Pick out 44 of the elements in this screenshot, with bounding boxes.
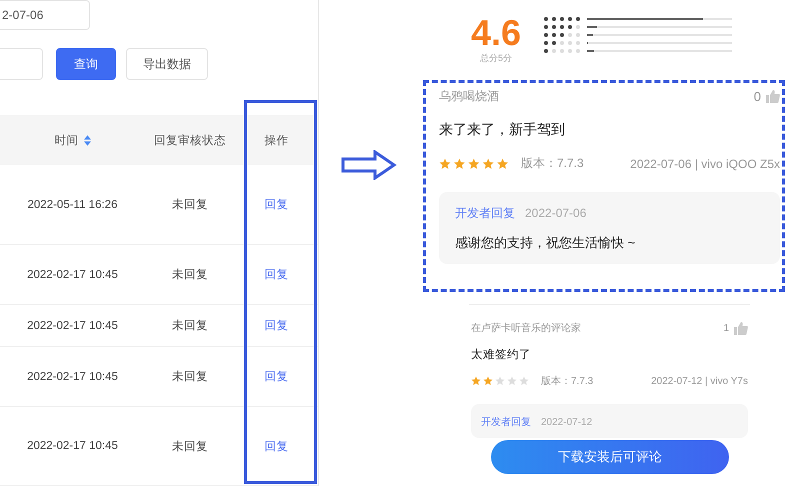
table-cell: 2022-02-17 10:45 [27, 268, 118, 280]
table-cell-text: 未回复 [172, 318, 208, 333]
review-text: 来了来了，新手驾到 [439, 121, 566, 139]
reply-link[interactable]: 回复 [264, 197, 288, 212]
column-header: 回复审核状态 [154, 133, 226, 148]
reply-link[interactable]: 回复 [264, 318, 288, 333]
reply-text: 感谢您的支持，祝您生活愉快 ~ [455, 234, 636, 252]
reply-label: 开发者回复 [455, 206, 515, 220]
like-count: 1 [723, 322, 729, 334]
reply-label: 开发者回复 [481, 417, 531, 428]
table-cell-text: 未回复 [172, 370, 208, 384]
table-cell-text: 未回复 [172, 198, 208, 212]
input-field[interactable] [0, 48, 43, 80]
column-header: 操作 [264, 134, 288, 148]
reply-link[interactable]: 回复 [264, 369, 288, 384]
table-cell: 2022-02-17 10:45 [27, 370, 118, 382]
query-button[interactable]: 查询 [56, 48, 116, 80]
reply-link[interactable]: 回复 [264, 438, 288, 454]
date-field[interactable]: 2-07-06 [0, 0, 90, 30]
reply-link[interactable]: 回复 [264, 267, 288, 282]
column-header: 时间 [54, 134, 78, 148]
table-cell: 2022-02-17 10:45 [27, 440, 118, 452]
install-button[interactable]: 下载安装后可评论 [491, 440, 729, 474]
reply-date: 2022-07-12 [541, 417, 592, 428]
table-cell: 2022-05-11 16:26 [28, 198, 118, 210]
review-meta: 2022-07-12 | vivo Y7s [651, 376, 748, 386]
sort-icon[interactable] [84, 134, 90, 146]
table-cell-text: 未回复 [172, 440, 208, 454]
rating-score: 4.6 [471, 14, 522, 52]
thumbs-up-icon[interactable] [734, 322, 748, 334]
like-count: 0 [754, 89, 761, 104]
review-author: 在卢萨卡听音乐的评论家 [471, 322, 581, 335]
app-version: 版本：7.7.3 [541, 374, 594, 388]
app-version: 版本：7.7.3 [521, 155, 584, 172]
review-author: 乌鸦喝烧酒 [439, 88, 499, 105]
export-button[interactable]: 导出数据 [126, 48, 208, 80]
table-cell-text: 未回复 [172, 268, 208, 282]
arrow-icon [341, 150, 397, 180]
review-text: 太难签约了 [471, 348, 532, 362]
thumbs-up-icon[interactable] [766, 90, 780, 103]
table-cell: 2022-02-17 10:45 [27, 320, 118, 332]
rating-caption: 总分5分 [480, 52, 512, 65]
reply-date: 2022-07-06 [525, 206, 586, 220]
review-meta: 2022-07-06 | vivo iQOO Z5x [630, 156, 780, 170]
